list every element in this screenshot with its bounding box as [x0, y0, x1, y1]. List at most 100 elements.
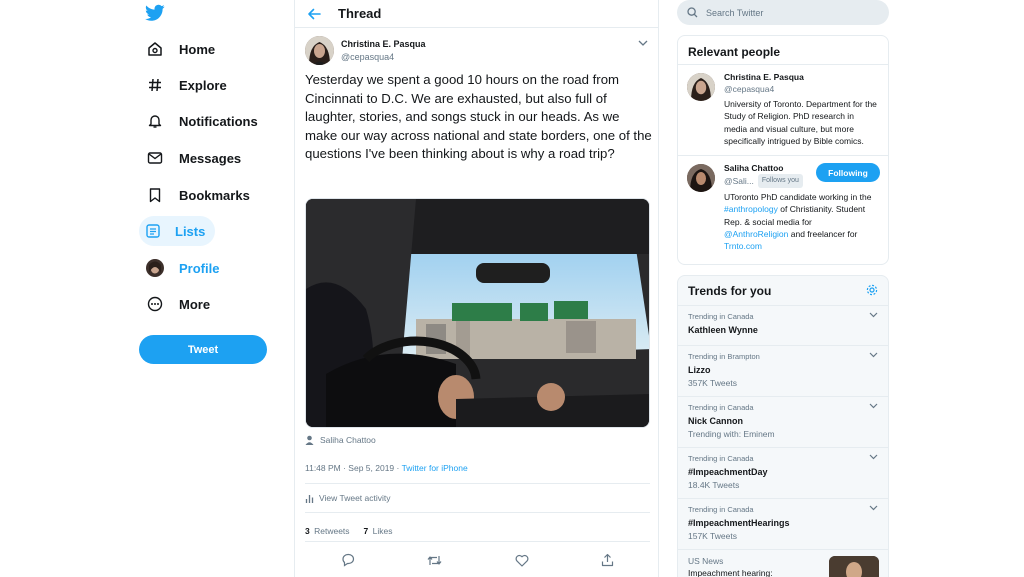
- author-avatar[interactable]: [305, 36, 334, 65]
- trend-name: Lizzo: [688, 365, 711, 375]
- trend-context: Trending in Canada: [688, 403, 754, 412]
- activity-label: View Tweet activity: [319, 493, 391, 503]
- trend-item[interactable]: Trending in Brampton Lizzo 357K Tweets: [678, 346, 888, 397]
- trend-name: #ImpeachmentHearings: [688, 518, 790, 528]
- nav-bookmarks-label: Bookmarks: [179, 187, 250, 203]
- author-name[interactable]: Christina E. Pasqua: [341, 39, 426, 49]
- nav-bookmarks[interactable]: Bookmarks: [139, 180, 260, 210]
- home-icon: [145, 39, 165, 59]
- person-item[interactable]: Saliha Chattoo @Sali... Follows you Follo…: [678, 156, 888, 260]
- bio-text: UToronto PhD candidate working in the: [724, 192, 872, 203]
- nav-profile[interactable]: Profile: [139, 253, 229, 283]
- chevron-down-icon[interactable]: [869, 312, 878, 318]
- person-name[interactable]: Christina E. Pasqua: [724, 71, 878, 83]
- avatar[interactable]: [687, 73, 715, 101]
- nav-more[interactable]: More: [139, 289, 220, 319]
- trends-card: Trends for you Trending in Canada Kathle…: [677, 275, 889, 577]
- nav-notifications[interactable]: Notifications: [139, 106, 268, 136]
- tweet-photo[interactable]: [305, 198, 650, 428]
- reply-icon[interactable]: [341, 553, 355, 567]
- list-icon: [145, 221, 161, 241]
- trend-count: Trending with: Eminem: [688, 429, 775, 439]
- trend-name: Nick Cannon: [688, 416, 744, 426]
- thread-column: Thread Christina E. Pasqua @cepasqua4 Ye…: [294, 0, 659, 577]
- trend-item[interactable]: Trending in Canada Nick Cannon Trending …: [678, 397, 888, 448]
- search-box[interactable]: Search Twitter: [677, 0, 889, 25]
- trends-title: Trends for you: [678, 276, 888, 306]
- trends-title-text: Trends for you: [688, 284, 772, 298]
- nav-messages[interactable]: Messages: [139, 143, 251, 173]
- likes-count: 7: [363, 525, 369, 536]
- url-link[interactable]: Trnto.com: [724, 241, 762, 251]
- trend-count: 157K Tweets: [688, 531, 737, 541]
- twitter-logo-icon[interactable]: [145, 4, 165, 24]
- nav-lists[interactable]: Lists: [139, 216, 215, 246]
- hashtag-icon: [145, 75, 165, 95]
- person-item[interactable]: Christina E. Pasqua @cepasqua4 Universit…: [678, 65, 888, 157]
- tweet-button[interactable]: Tweet: [139, 335, 267, 364]
- trend-context: Trending in Canada: [688, 312, 754, 321]
- nav-more-label: More: [179, 296, 211, 312]
- hashtag-link[interactable]: #anthropology: [724, 204, 778, 214]
- nav-home[interactable]: Home: [139, 34, 225, 64]
- more-icon: [145, 294, 165, 314]
- trend-context: Trending in Canada: [688, 454, 754, 463]
- retweets-count: 3: [305, 525, 310, 536]
- author-handle[interactable]: @cepasqua4: [341, 52, 394, 62]
- news-item[interactable]: US News Impeachment hearing:: [678, 550, 888, 577]
- following-button[interactable]: Following: [816, 163, 880, 183]
- back-arrow-icon[interactable]: [307, 7, 321, 21]
- trend-item[interactable]: Trending in Canada #ImpeachmentDay 18.4K…: [678, 448, 888, 499]
- person-icon: [305, 435, 314, 445]
- nav-lists-label: Lists: [175, 223, 206, 239]
- like-icon[interactable]: [515, 554, 529, 567]
- search-input[interactable]: Search Twitter: [706, 8, 763, 18]
- share-icon[interactable]: [601, 553, 614, 567]
- avatar: [145, 258, 165, 278]
- nav-explore[interactable]: Explore: [139, 70, 237, 100]
- retweet-icon[interactable]: [427, 554, 442, 567]
- search-icon: [687, 7, 698, 18]
- news-thumbnail: [829, 556, 879, 577]
- person-bio: UToronto PhD candidate working in the #a…: [724, 191, 878, 252]
- envelope-icon: [145, 148, 165, 168]
- chevron-down-icon[interactable]: [869, 454, 878, 460]
- relevant-people-title: Relevant people: [678, 36, 888, 65]
- mention-link[interactable]: @AnthroReligion: [724, 229, 788, 239]
- bookmark-icon: [145, 185, 165, 205]
- person-bio: University of Toronto. Department for th…: [724, 99, 877, 146]
- person-handle: @cepasqua4: [724, 84, 775, 94]
- gear-icon[interactable]: [866, 284, 878, 296]
- trend-count: 18.4K Tweets: [688, 480, 740, 490]
- avatar[interactable]: [687, 164, 715, 193]
- chevron-down-icon[interactable]: [869, 403, 878, 409]
- bar-chart-icon: [305, 494, 314, 503]
- nav-explore-label: Explore: [179, 77, 227, 93]
- trend-item[interactable]: Trending in Canada #ImpeachmentHearings …: [678, 499, 888, 550]
- nav-profile-label: Profile: [179, 260, 220, 276]
- tweet-stats: 3 Retweets 7 Likes: [305, 520, 650, 542]
- tagged-user[interactable]: Saliha Chattoo: [305, 435, 376, 445]
- tweet-timestamp: 11:48 PM · Sep 5, 2019 · Twitter for iPh…: [305, 463, 468, 473]
- nav-messages-label: Messages: [179, 150, 242, 166]
- nav-home-label: Home: [179, 41, 216, 57]
- person-handle: @Sali...: [724, 176, 754, 187]
- chevron-down-icon[interactable]: [869, 505, 878, 511]
- likes-label: Likes: [372, 525, 393, 536]
- follows-you-badge: Follows you: [757, 174, 803, 189]
- bio-text: and freelancer for: [788, 229, 858, 240]
- tweet-text: Yesterday we spent a good 10 hours on th…: [305, 72, 652, 162]
- trend-item[interactable]: Trending in Canada Kathleen Wynne: [678, 306, 888, 346]
- tweet-source-link[interactable]: Twitter for iPhone: [402, 463, 468, 473]
- likes-stat[interactable]: 7 Likes: [364, 526, 393, 536]
- retweets-label: Retweets: [314, 525, 350, 536]
- chevron-down-icon[interactable]: [869, 352, 878, 358]
- view-tweet-activity[interactable]: View Tweet activity: [305, 483, 650, 513]
- retweets-stat[interactable]: 3 Retweets: [305, 526, 350, 536]
- tagged-user-name: Saliha Chattoo: [320, 435, 376, 445]
- chevron-down-icon[interactable]: [638, 40, 648, 46]
- relevant-people-card: Relevant people Christina E. Pasqua @cep…: [677, 35, 889, 265]
- trend-name: #ImpeachmentDay: [688, 467, 768, 477]
- tweet-actions: [305, 550, 650, 570]
- left-navigation: Home Explore Notifications Messages Book…: [135, 0, 285, 577]
